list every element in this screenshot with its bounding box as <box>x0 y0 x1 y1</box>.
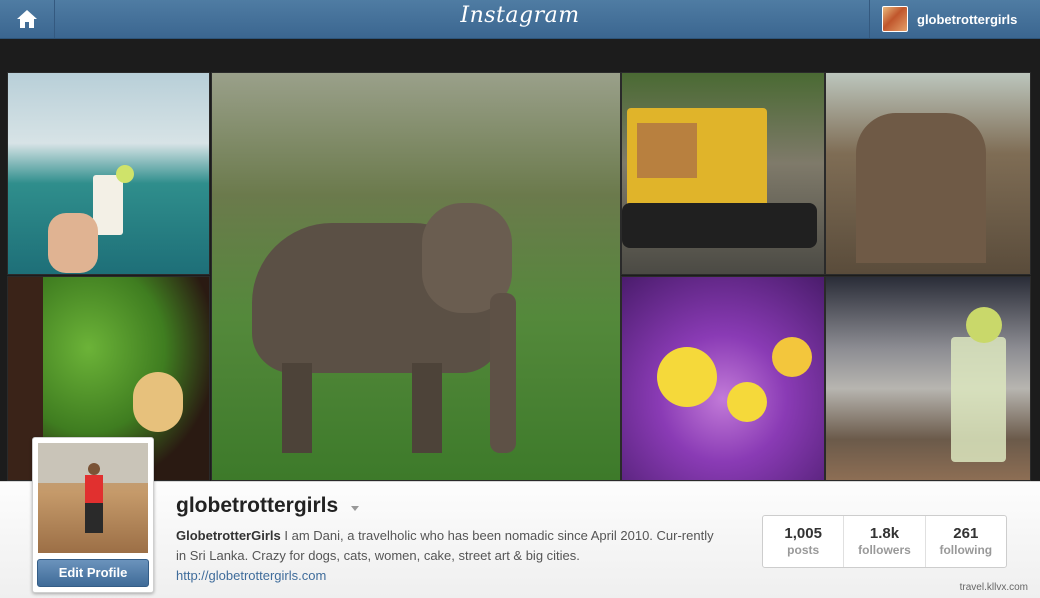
bio-name: GlobetrotterGirls <box>176 528 281 543</box>
top-navigation-bar: Instagram globetrottergirls <box>0 0 1040 39</box>
profile-username: globetrottergirls <box>176 494 339 517</box>
user-menu[interactable]: globetrottergirls <box>869 0 1040 38</box>
photo-elephant[interactable] <box>211 72 621 481</box>
profile-picture[interactable] <box>38 443 148 553</box>
stat-value: 1.8k <box>869 525 900 542</box>
stat-value: 261 <box>953 525 979 542</box>
photo-purple-lotus[interactable] <box>621 276 825 481</box>
photo-grid <box>7 72 1031 481</box>
stat-label: followers <box>858 543 911 557</box>
stat-followers[interactable]: 1.8k followers <box>844 516 926 567</box>
profile-stats: 1,005 posts 1.8k followers 261 following <box>762 515 1007 568</box>
photo-banyan-tree[interactable] <box>825 72 1031 275</box>
profile-avatar-card: Edit Profile <box>32 437 154 593</box>
profile-website-link[interactable]: http://globetrottergirls.com <box>176 568 326 583</box>
user-avatar[interactable] <box>882 6 908 32</box>
watermark: travel.kllvx.com <box>959 582 1028 593</box>
photo-tuk-tuk-bakery[interactable] <box>621 72 825 275</box>
user-name[interactable]: globetrottergirls <box>917 12 1017 27</box>
stat-following[interactable]: 261 following <box>926 516 1006 567</box>
edit-profile-button[interactable]: Edit Profile <box>37 559 149 587</box>
stat-value: 1,005 <box>784 525 822 542</box>
photo-beach-mojito[interactable] <box>825 276 1031 481</box>
stat-label: following <box>939 543 993 557</box>
photo-pool-drink[interactable] <box>7 72 210 275</box>
chevron-down-icon[interactable] <box>351 506 359 511</box>
stat-label: posts <box>787 543 820 557</box>
stat-posts[interactable]: 1,005 posts <box>763 516 845 567</box>
profile-bio: GlobetrotterGirls I am Dani, a travelhol… <box>176 526 726 566</box>
